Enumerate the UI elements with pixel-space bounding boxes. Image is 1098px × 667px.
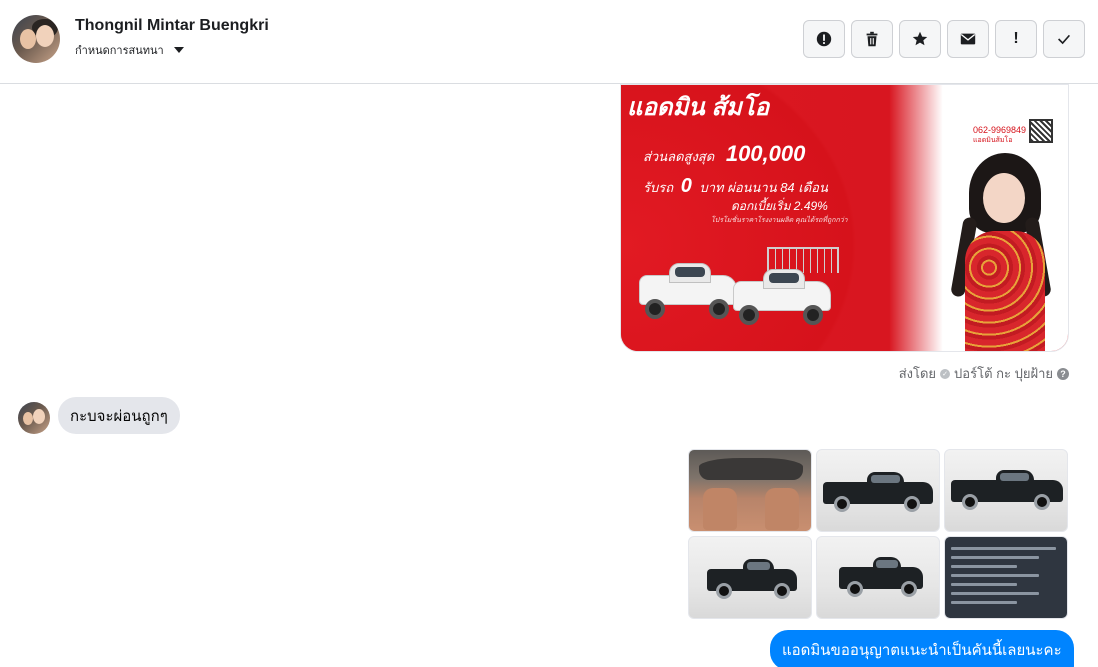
conversation-header: Thongnil Mintar Buengkri กำหนดการสนทนา ! [0, 0, 1098, 84]
avatar-face [23, 412, 33, 425]
photo-thumbnail-interior[interactable] [688, 449, 812, 532]
promo-interest: ดอกเบี้ยเริ่ม 2.49% [731, 199, 828, 213]
envelope-icon [960, 33, 976, 45]
promo-downpayment: รับรถ 0 บาท ผ่อนนาน 84 เดือน [643, 175, 828, 198]
header-actions: ! [803, 20, 1085, 58]
verified-icon: ✓ [940, 368, 951, 379]
promo-discount-value: 100,000 [725, 141, 806, 166]
contact-avatar[interactable] [12, 15, 60, 63]
help-icon[interactable]: ? [1057, 367, 1069, 380]
promo-phone: 062-9969849 แอดมินส้มโอ [973, 125, 1026, 146]
mark-unread-button[interactable] [947, 20, 989, 58]
promo-phone-caption: แอดมินส้มโอ [973, 137, 1013, 144]
promo-phone-number: 062-9969849 [973, 125, 1027, 135]
trash-icon [866, 31, 878, 47]
conversation-settings-label: กำหนดการสนทนา [75, 45, 164, 57]
promo-downpayment-label: รับรถ [643, 180, 674, 195]
photo-grid [688, 449, 1069, 621]
flag-button[interactable]: ! [995, 20, 1037, 58]
star-icon [912, 31, 928, 46]
promo-title-text: แอดมิน ส้มโอ [627, 94, 770, 121]
avatar-face [33, 409, 45, 424]
qr-code [1029, 119, 1053, 143]
messenger-page: Thongnil Mintar Buengkri กำหนดการสนทนา ! [0, 0, 1098, 667]
promo-discount-label: ส่วนลดสูงสุด [643, 149, 715, 164]
promo-title: แอดมิน ส้มโอ [627, 87, 769, 126]
report-button[interactable] [803, 20, 845, 58]
promo-image[interactable]: แอดมิน ส้มโอ ส่วนลดสูงสุด 100,000 รับรถ … [620, 84, 1069, 352]
mark-done-button[interactable] [1043, 20, 1085, 58]
photo-thumbnail-side[interactable] [944, 449, 1068, 532]
avatar-face [20, 29, 36, 49]
avatar-face [36, 25, 54, 47]
conversation-settings-dropdown[interactable]: กำหนดการสนทนา [75, 41, 184, 59]
sent-by-attribution: ส่งโดย ✓ ปอร์โต้ กะ ปุยฝ้าย ? [899, 363, 1069, 384]
incoming-message[interactable]: กะบจะผ่อนถูกๆ [58, 397, 180, 434]
sent-by-label: ส่งโดย [898, 366, 937, 381]
caret-down-icon [173, 47, 184, 53]
star-button[interactable] [899, 20, 941, 58]
photo-thumbnail-spec-sheet[interactable] [944, 536, 1068, 619]
delete-button[interactable] [851, 20, 893, 58]
promo-downpayment-suffix: บาท ผ่อนนาน 84 เดือน [699, 180, 828, 195]
check-icon [1058, 34, 1071, 45]
white-pickup-truck [733, 269, 831, 327]
photo-thumbnail-front[interactable] [816, 536, 940, 619]
sender-avatar[interactable] [18, 402, 50, 434]
sent-by-name[interactable]: ปอร์โต้ กะ ปุยฝ้าย [954, 363, 1053, 384]
promo-footnote: โปรโมชั่นราคาโรงงานผลิต คุณได้รถที่ถูกกว… [711, 217, 848, 224]
alert-circle-icon [816, 31, 832, 47]
white-pickup-truck [639, 263, 737, 321]
contact-name[interactable]: Thongnil Mintar Buengkri [75, 17, 269, 35]
photo-thumbnail-rear[interactable] [688, 536, 812, 619]
exclamation-icon: ! [1013, 30, 1019, 47]
photo-thumbnail-side[interactable] [816, 449, 940, 532]
promo-downpayment-value: 0 [680, 175, 692, 197]
outgoing-message[interactable]: แอดมินขออนุญาตแนะนำเป็นคันนี้เลยนะคะ [770, 630, 1074, 667]
promo-discount: ส่วนลดสูงสุด 100,000 [643, 141, 805, 167]
promo-model-photo [949, 147, 1059, 351]
